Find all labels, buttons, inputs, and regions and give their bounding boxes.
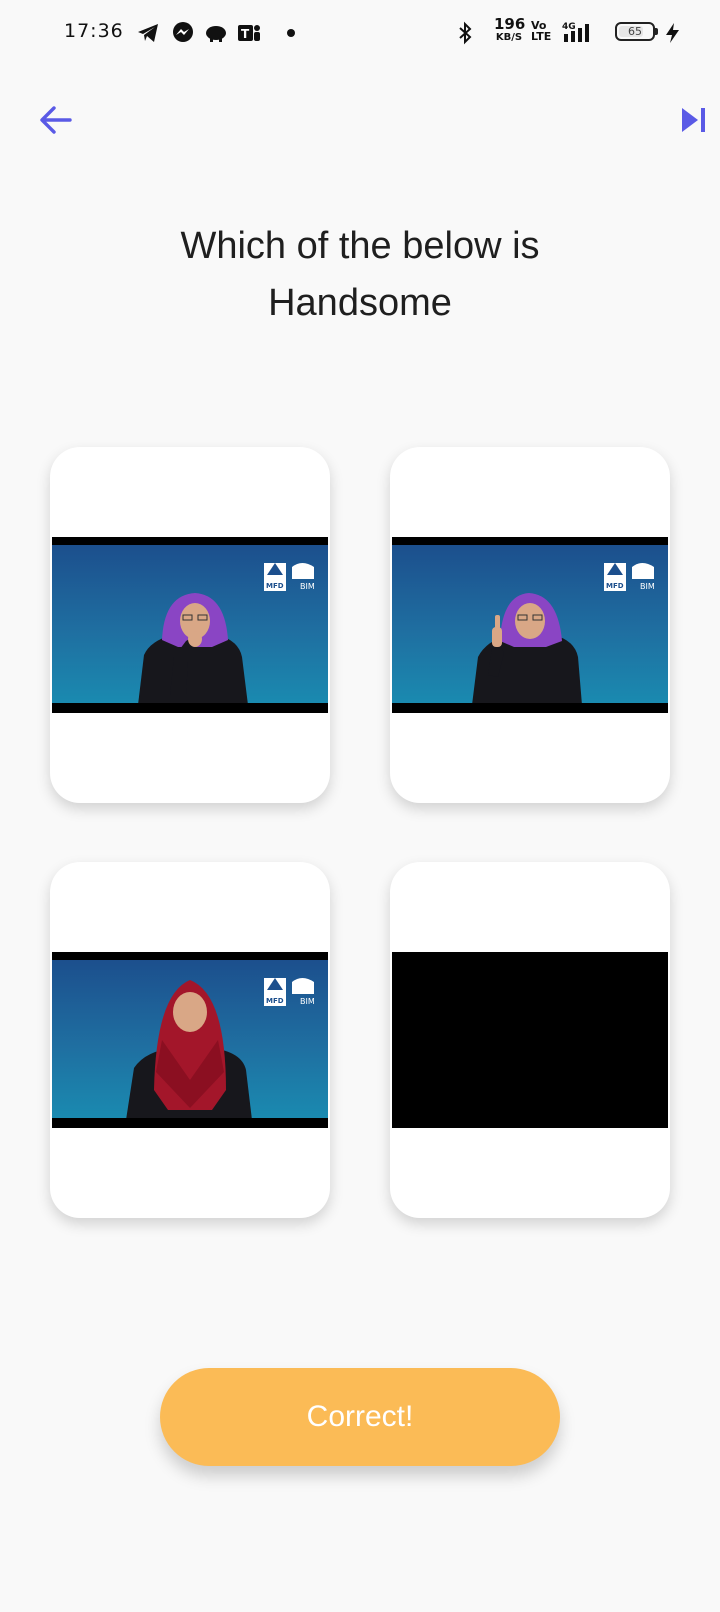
question-line-2: Handsome — [268, 282, 452, 324]
option-video-4[interactable] — [392, 952, 668, 1128]
status-bar: 17:36 T 196 KB/S Vo LTE 4G 65 — [0, 0, 720, 66]
option-card-1[interactable]: MFD BIM — [50, 447, 330, 803]
back-button[interactable] — [36, 100, 76, 140]
telegram-icon — [135, 20, 161, 46]
video-frame: MFD BIM — [52, 960, 328, 1118]
svg-text:MFD: MFD — [266, 582, 284, 590]
svg-text:T: T — [241, 27, 250, 41]
svg-text:BIM: BIM — [300, 997, 315, 1006]
svg-text:MFD: MFD — [266, 997, 284, 1005]
bim-logo: BIM — [292, 563, 315, 591]
arrow-left-icon — [40, 106, 72, 134]
teams-icon: T — [236, 20, 262, 46]
mfd-logo: MFD — [264, 978, 286, 1006]
option-video-2[interactable]: MFD BIM — [392, 537, 668, 713]
charging-bolt-icon — [660, 20, 686, 46]
bim-logo: BIM — [632, 563, 655, 591]
svg-text:BIM: BIM — [640, 582, 655, 591]
battery-indicator: 65 — [615, 22, 658, 41]
svg-text:MFD: MFD — [606, 582, 624, 590]
bim-logo: BIM — [292, 978, 315, 1006]
piggy-bank-icon — [203, 20, 229, 46]
svg-text:4G: 4G — [562, 22, 576, 32]
question-line-1: Which of the below is — [180, 225, 540, 267]
volte-indicator: Vo LTE — [531, 19, 552, 43]
option-video-1[interactable]: MFD BIM — [52, 537, 328, 713]
video-frame: MFD BIM — [392, 545, 668, 703]
svg-text:BIM: BIM — [300, 582, 315, 591]
skip-next-icon — [682, 108, 705, 132]
messenger-icon — [170, 20, 196, 46]
mfd-logo: MFD — [264, 563, 286, 591]
option-card-4[interactable] — [390, 862, 670, 1218]
mfd-logo: MFD — [604, 563, 626, 591]
option-video-3[interactable]: MFD BIM — [52, 952, 328, 1128]
signal-strength-icon: 4G — [562, 20, 604, 46]
bluetooth-icon — [452, 20, 478, 46]
correct-button[interactable]: Correct! — [160, 1368, 560, 1466]
more-notifications-dot — [287, 29, 295, 37]
skip-button[interactable] — [680, 104, 710, 136]
question-text: Which of the below is Handsome — [110, 218, 610, 332]
video-frame: MFD BIM — [52, 545, 328, 703]
status-time: 17:36 — [64, 20, 124, 42]
option-card-3[interactable]: MFD BIM — [50, 862, 330, 1218]
network-speed: 196 KB/S — [494, 15, 526, 44]
option-card-2[interactable]: MFD BIM — [390, 447, 670, 803]
